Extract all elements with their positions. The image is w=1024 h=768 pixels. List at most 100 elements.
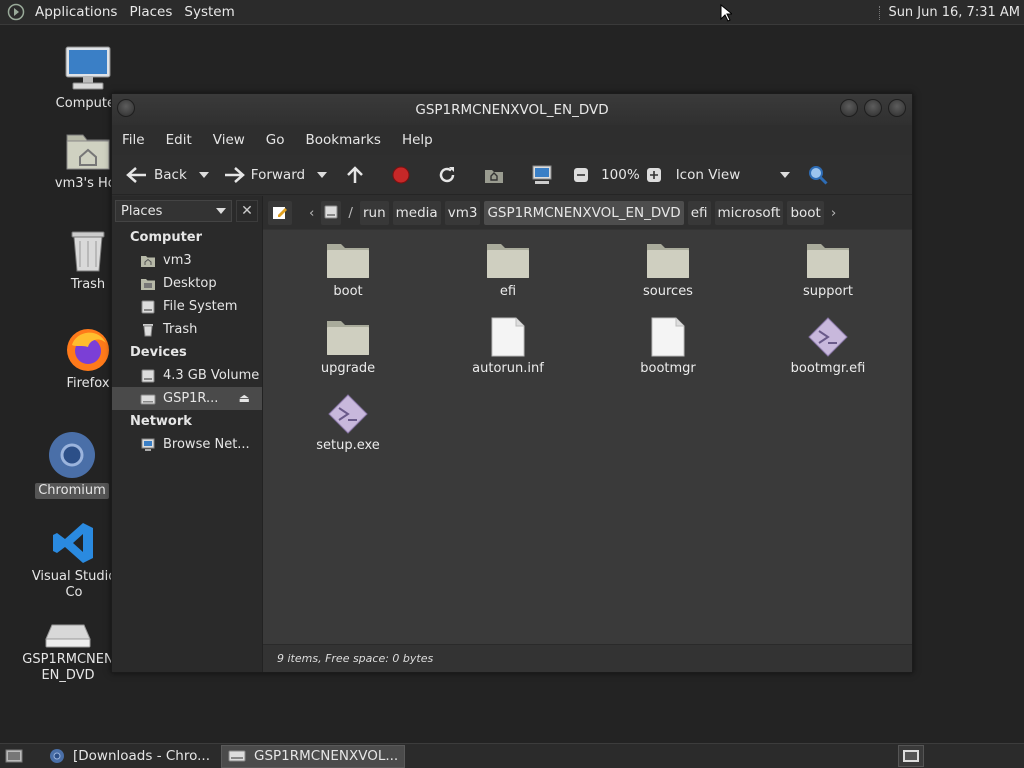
file-name: boot (333, 284, 363, 299)
hard-drive-icon (324, 205, 338, 218)
home-folder-icon (66, 134, 110, 170)
file-item[interactable]: sources (608, 240, 728, 299)
forward-history-dropdown[interactable] (317, 171, 328, 178)
file-item[interactable]: setup.exe (288, 394, 408, 453)
path-crumb-current[interactable]: GSP1RMCNENXVOL_EN_DVD (484, 200, 684, 225)
path-scroll-right-button[interactable]: › (828, 201, 839, 225)
file-item[interactable]: bootmgr.efi (768, 317, 888, 376)
section-devices: Devices (130, 345, 187, 360)
file-item[interactable]: efi (448, 240, 568, 299)
file-name: efi (499, 284, 517, 299)
icon-view[interactable]: boot efi sources support upgrade autorun… (263, 229, 912, 644)
menu-go[interactable]: Go (261, 132, 290, 148)
panel-separator (879, 5, 881, 20)
file-item[interactable]: boot (288, 240, 408, 299)
distro-logo-icon[interactable] (7, 3, 25, 21)
file-name: setup.exe (316, 438, 380, 453)
stop-button[interactable] (387, 160, 421, 190)
path-root-button[interactable] (321, 200, 342, 225)
eject-icon[interactable]: ⏏ (239, 387, 250, 410)
workspace-switcher[interactable] (898, 745, 924, 767)
minimize-button[interactable] (840, 99, 858, 117)
back-button[interactable]: Back (122, 160, 191, 190)
desktop-icon-dvd-drive[interactable]: GSP1RMCNEN EN_DVD (13, 615, 123, 684)
menu-file[interactable]: File (117, 132, 150, 148)
taskbar-item-file-manager[interactable]: GSP1RMCNENXVOL... (221, 744, 406, 768)
sidebar-item-trash[interactable]: Trash (112, 318, 262, 341)
zoom-out-icon (574, 167, 589, 182)
menubar: File Edit View Go Bookmarks Help (112, 125, 912, 155)
sidebar-item-volume[interactable]: 4.3 GB Volume (112, 364, 262, 387)
drive-icon (228, 750, 246, 762)
places-menu[interactable]: Places (123, 0, 178, 25)
home-icon (485, 169, 504, 183)
stop-icon (392, 166, 410, 183)
reload-button[interactable] (433, 160, 467, 190)
side-pane-selector-value: Places (121, 203, 163, 219)
close-side-pane-button[interactable]: ✕ (236, 200, 258, 222)
sidebar-item-vm3[interactable]: vm3 (112, 249, 262, 272)
network-icon (141, 438, 155, 451)
taskbar-item-browser[interactable]: [Downloads - Chro... (42, 745, 217, 768)
chromium-icon (50, 749, 64, 763)
status-bar: 9 items, Free space: 0 bytes (263, 644, 912, 672)
sidebar-item-desktop[interactable]: Desktop (112, 272, 262, 295)
side-pane-selector[interactable]: Places (115, 200, 232, 222)
file-item[interactable]: upgrade (288, 317, 408, 376)
file-name: bootmgr (640, 361, 696, 376)
view-mode-select[interactable]: Icon View (672, 160, 805, 190)
system-menu[interactable]: System (178, 0, 240, 25)
menu-help[interactable]: Help (397, 132, 438, 148)
trash-icon (143, 323, 153, 336)
bottom-panel: [Downloads - Chro... GSP1RMCNENXVOL... (0, 743, 1024, 768)
zoom-in-button[interactable] (642, 160, 672, 190)
folder-icon (327, 244, 369, 278)
window-menu-button[interactable] (117, 99, 135, 117)
maximize-button[interactable] (864, 99, 882, 117)
close-button[interactable] (888, 99, 906, 117)
file-item[interactable]: support (768, 240, 888, 299)
menu-view[interactable]: View (208, 132, 250, 148)
desktop-icon-label: GSP1RMCNEN (22, 652, 114, 667)
path-crumb-efi[interactable]: efi (687, 200, 711, 225)
path-crumb-vm3[interactable]: vm3 (444, 200, 481, 225)
hard-drive-icon (141, 369, 155, 382)
path-scroll-left-button[interactable]: ‹ (306, 201, 317, 225)
toggle-location-entry-button[interactable] (268, 200, 292, 225)
zoom-out-button[interactable] (569, 160, 599, 190)
clock-applet[interactable]: Sun Jun 16, 7:31 AM (879, 0, 1020, 25)
search-button[interactable] (804, 160, 838, 190)
forward-button[interactable]: Forward (219, 160, 309, 190)
show-desktop-button[interactable] (0, 745, 36, 768)
menu-bookmarks[interactable]: Bookmarks (301, 132, 386, 148)
side-pane-header: Places ✕ (112, 196, 262, 226)
folder-icon (807, 244, 849, 278)
file-item[interactable]: bootmgr (608, 317, 728, 376)
desktop-folder-icon (141, 278, 155, 290)
firefox-icon (67, 329, 109, 371)
executable-icon (328, 394, 368, 434)
taskbar-item-label: GSP1RMCNENXVOL... (254, 748, 399, 764)
sidebar-item-file-system[interactable]: File System (112, 295, 262, 318)
file-item[interactable]: autorun.inf (448, 317, 568, 376)
path-crumb-boot[interactable]: boot (787, 200, 824, 225)
mouse-cursor-icon (720, 4, 732, 22)
back-history-dropdown[interactable] (198, 171, 209, 178)
show-desktop-icon (5, 749, 23, 763)
chevron-down-icon (216, 208, 226, 214)
up-button[interactable] (341, 160, 375, 190)
computer-button[interactable] (527, 160, 563, 190)
sidebar-item-dvd[interactable]: GSP1R... ⏏ (112, 387, 262, 410)
menu-edit[interactable]: Edit (161, 132, 197, 148)
path-crumb-run[interactable]: run (359, 200, 389, 225)
path-crumb-microsoft[interactable]: microsoft (714, 200, 784, 225)
file-name: upgrade (320, 361, 376, 376)
window-titlebar[interactable]: GSP1RMCNENXVOL_EN_DVD (112, 94, 912, 125)
path-crumb-media[interactable]: media (392, 200, 441, 225)
back-arrow-icon (126, 166, 146, 183)
path-bar: ‹ / run media vm3 GSP1RMCNENXVOL_EN_DVD … (263, 196, 912, 229)
sidebar-item-browse-network[interactable]: Browse Net... (112, 433, 262, 456)
applications-menu[interactable]: Applications (29, 0, 123, 25)
window-content: Places ✕ Computer vm3 Desktop File Syste… (112, 196, 912, 672)
home-button[interactable] (479, 160, 515, 190)
